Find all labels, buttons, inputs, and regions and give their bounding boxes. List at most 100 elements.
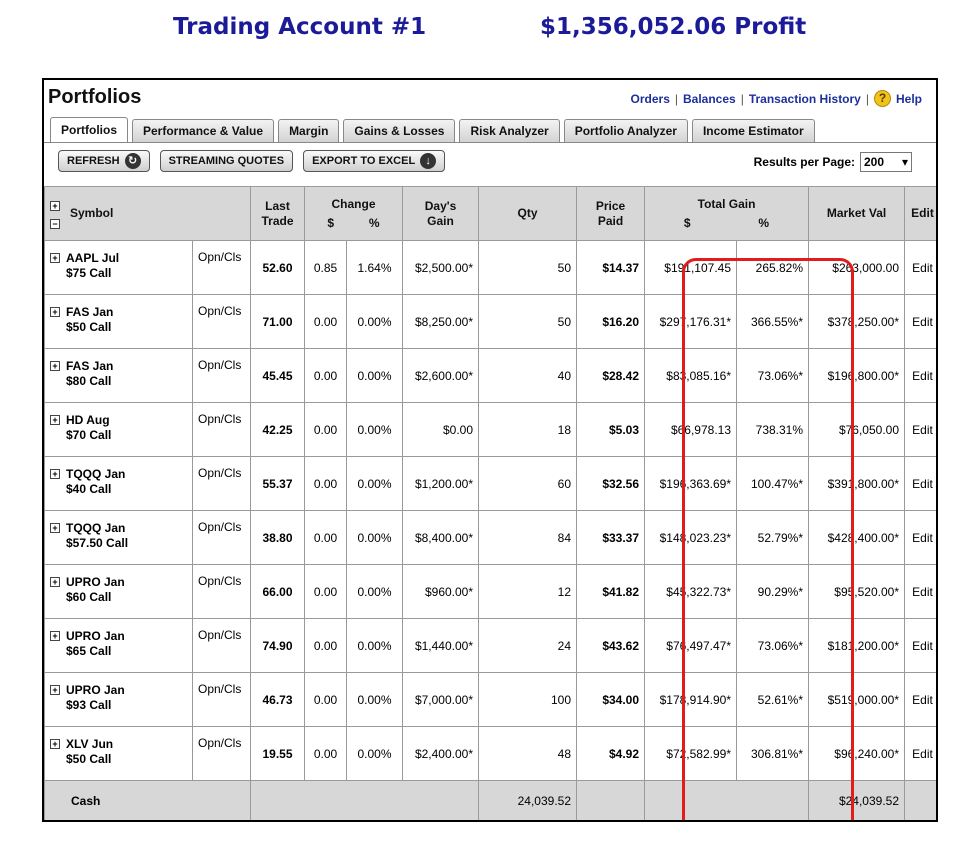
col-days-gain[interactable]: Day's Gain xyxy=(402,186,480,241)
symbol-line-1[interactable]: XLV Jun xyxy=(66,737,113,752)
total-gain-percent: 52.61%* xyxy=(736,672,810,727)
symbol-line-2: $57.50 Call xyxy=(66,536,129,550)
total-gain-dollar: $66,978.13 xyxy=(644,402,738,457)
tab-income-estimator[interactable]: Income Estimator xyxy=(691,119,815,142)
orders-link[interactable]: Orders xyxy=(631,92,670,106)
symbol-line-2: $80 Call xyxy=(66,374,112,388)
tab-divider xyxy=(44,142,936,143)
total-gain-header: Total Gain xyxy=(697,196,756,211)
symbol-line-1[interactable]: TQQQ Jan xyxy=(66,521,128,536)
col-edit: Edit xyxy=(904,186,936,241)
edit-link[interactable]: Edit xyxy=(904,402,936,457)
col-qty[interactable]: Qty xyxy=(478,186,578,241)
expand-all-icon[interactable]: + xyxy=(50,200,60,211)
price-paid: $14.37 xyxy=(576,240,646,295)
expand-row-icon[interactable]: + xyxy=(50,739,60,749)
total-gain-percent: 366.55%* xyxy=(736,294,810,349)
expand-row-icon[interactable]: + xyxy=(50,469,60,479)
change-percent: 0.00% xyxy=(345,618,404,673)
days-gain: $1,440.00* xyxy=(402,618,480,673)
expand-row-icon[interactable]: + xyxy=(50,523,60,533)
quantity: 48 xyxy=(478,726,578,781)
balances-link[interactable]: Balances xyxy=(683,92,736,106)
edit-link[interactable]: Edit xyxy=(904,510,936,565)
cash-row: Cash 24,039.52 $24,039.52 xyxy=(44,780,936,820)
edit-link[interactable]: Edit xyxy=(904,564,936,619)
quantity: 40 xyxy=(478,348,578,403)
total-gain-dollar-header: $ xyxy=(683,215,691,230)
profit-total: $1,356,052.06 Profit xyxy=(540,14,807,40)
edit-link[interactable]: Edit xyxy=(904,726,936,781)
position-type: Opn/Cls xyxy=(192,618,251,673)
symbol-line-1[interactable]: UPRO Jan xyxy=(66,575,125,590)
edit-link[interactable]: Edit xyxy=(904,456,936,511)
table-row: + FAS Jan $50 Call Opn/Cls 71.00 0.00 0.00% $8,… xyxy=(44,294,936,349)
total-gain-dollar: $148,023.23* xyxy=(644,510,738,565)
streaming-quotes-button[interactable]: STREAMING QUOTES xyxy=(159,150,294,172)
tab-risk-analyzer[interactable]: Risk Analyzer xyxy=(459,119,560,142)
transaction-history-link[interactable]: Transaction History xyxy=(749,92,861,106)
days-gain: $2,400.00* xyxy=(402,726,480,781)
edit-link[interactable]: Edit xyxy=(904,672,936,727)
results-value: 200 xyxy=(864,155,885,169)
expand-row-icon[interactable]: + xyxy=(50,577,60,587)
price-paid: $43.62 xyxy=(576,618,646,673)
tab-performance-value[interactable]: Performance & Value xyxy=(132,119,275,142)
position-type: Opn/Cls xyxy=(192,726,251,781)
price-paid: $33.37 xyxy=(576,510,646,565)
days-gain: $8,400.00* xyxy=(402,510,480,565)
refresh-button[interactable]: REFRESH ↻ xyxy=(58,150,150,172)
quantity: 50 xyxy=(478,240,578,295)
symbol-line-1[interactable]: UPRO Jan xyxy=(66,629,125,644)
top-links: Orders | Balances | Transaction History … xyxy=(631,90,922,107)
expand-row-icon[interactable]: + xyxy=(50,631,60,641)
table-row: + UPRO Jan $60 Call Opn/Cls 66.00 0.00 0.00% $9… xyxy=(44,564,936,619)
change-dollar: 0.00 xyxy=(304,672,347,727)
symbol-line-1[interactable]: HD Aug xyxy=(66,413,111,428)
col-symbol[interactable]: + − Symbol xyxy=(44,186,251,241)
col-last-trade[interactable]: Last Trade xyxy=(250,186,305,241)
expand-row-icon[interactable]: + xyxy=(50,415,60,425)
col-price-paid[interactable]: Price Paid xyxy=(576,186,646,241)
tab-gains-losses[interactable]: Gains & Losses xyxy=(343,119,456,142)
col-change[interactable]: Change $ % xyxy=(303,186,404,241)
symbol-line-1[interactable]: FAS Jan xyxy=(66,305,113,320)
panel-title: Portfolios xyxy=(48,86,142,108)
results-select[interactable]: 200 ▾ xyxy=(860,152,912,172)
tab-margin[interactable]: Margin xyxy=(278,119,340,142)
col-market-val[interactable]: Market Val xyxy=(808,186,906,241)
edit-link[interactable]: Edit xyxy=(904,240,936,295)
symbol-line-1[interactable]: FAS Jan xyxy=(66,359,113,374)
edit-link[interactable]: Edit xyxy=(904,294,936,349)
expand-row-icon[interactable]: + xyxy=(50,361,60,371)
last-trade: 19.55 xyxy=(250,726,305,781)
help-link[interactable]: Help xyxy=(896,92,922,106)
expand-row-icon[interactable]: + xyxy=(50,253,60,263)
last-trade-header-1: Last xyxy=(265,198,290,213)
streaming-quotes-label: STREAMING QUOTES xyxy=(168,155,285,167)
expand-row-icon[interactable]: + xyxy=(50,307,60,317)
table-row: + XLV Jun $50 Call Opn/Cls 19.55 0.00 0.00% $2,… xyxy=(44,726,936,781)
symbol-cell: + HD Aug $70 Call xyxy=(44,402,193,457)
help-icon[interactable]: ? xyxy=(873,90,891,107)
link-separator: | xyxy=(740,91,744,106)
collapse-all-icon[interactable]: − xyxy=(50,218,60,229)
edit-link[interactable]: Edit xyxy=(904,348,936,403)
tab-portfolios[interactable]: Portfolios xyxy=(50,117,128,142)
edit-link[interactable]: Edit xyxy=(904,618,936,673)
position-type: Opn/Cls xyxy=(192,240,251,295)
col-total-gain[interactable]: Total Gain $ % xyxy=(644,186,810,241)
symbol-line-2: $40 Call xyxy=(66,482,112,496)
last-trade: 74.90 xyxy=(250,618,305,673)
tab-bar: Portfolios Performance & Value Margin Ga… xyxy=(50,117,815,142)
export-excel-button[interactable]: EXPORT TO EXCEL ↓ xyxy=(303,150,446,172)
symbol-line-2: $50 Call xyxy=(66,752,112,766)
symbol-line-1[interactable]: UPRO Jan xyxy=(66,683,125,698)
symbol-line-1[interactable]: TQQQ Jan xyxy=(66,467,125,482)
expand-row-icon[interactable]: + xyxy=(50,685,60,695)
symbol-line-1[interactable]: AAPL Jul xyxy=(66,251,119,266)
cash-empty xyxy=(576,780,646,820)
tab-portfolio-analyzer[interactable]: Portfolio Analyzer xyxy=(563,119,688,142)
symbol-header: Symbol xyxy=(70,206,114,220)
portfolios-panel: Portfolios Orders | Balances | Transacti… xyxy=(42,78,938,822)
